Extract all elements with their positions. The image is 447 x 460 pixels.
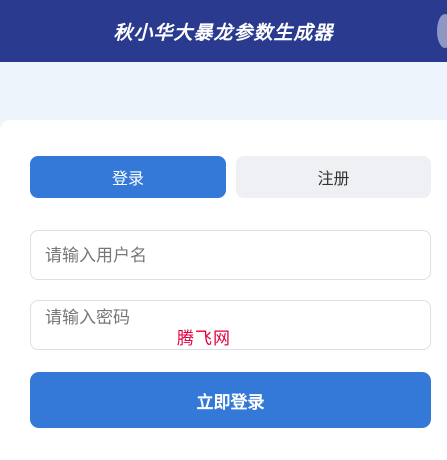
password-field[interactable]: 腾飞网 [30, 300, 431, 350]
overlay-watermark-text: 腾飞网 [177, 329, 231, 349]
username-field[interactable] [30, 230, 431, 280]
app-header: 秋小华大暴龙参数生成器 [0, 0, 447, 62]
tab-login[interactable]: 登录 [30, 156, 226, 198]
app-title: 秋小华大暴龙参数生成器 [113, 21, 334, 44]
tab-register[interactable]: 注册 [236, 156, 431, 198]
header-edge-decoration [437, 14, 447, 48]
login-card: 登录 注册 腾飞网 立即登录 [0, 120, 447, 460]
login-submit-button[interactable]: 立即登录 [30, 372, 431, 428]
username-input[interactable] [45, 241, 415, 271]
